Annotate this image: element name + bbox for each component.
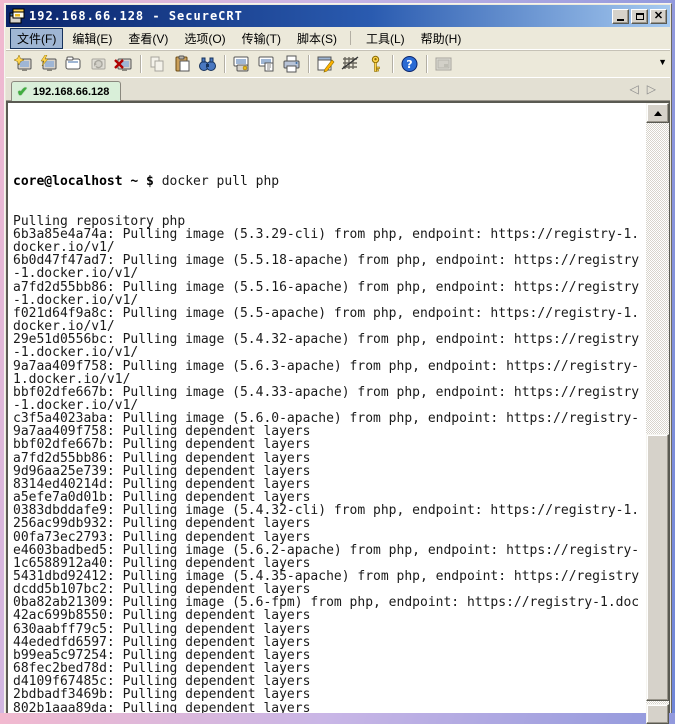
tab-scroll-left-icon[interactable]: ◁ bbox=[630, 82, 647, 96]
toolbar-separator bbox=[140, 55, 141, 73]
print-setup-icon bbox=[232, 55, 251, 73]
paste-button[interactable] bbox=[170, 52, 195, 76]
menu-view[interactable]: 查看(V) bbox=[121, 28, 175, 49]
toolbar-separator bbox=[426, 55, 427, 73]
find-icon bbox=[198, 55, 217, 73]
session-manager-button bbox=[431, 52, 456, 76]
output-line: 00fa73ec2793: Pulling dependent layers bbox=[13, 531, 646, 544]
scrollbar-thumb[interactable] bbox=[646, 434, 669, 701]
terminal-frame: core@localhost ~ $ docker pull php Pulli… bbox=[6, 101, 670, 713]
tab-scroll-right-icon[interactable]: ▷ bbox=[647, 82, 664, 96]
connect-icon bbox=[39, 55, 58, 73]
connected-check-icon: ✔ bbox=[17, 84, 28, 100]
connect-in-tab-icon bbox=[64, 55, 83, 73]
close-button[interactable]: ✕ bbox=[650, 9, 667, 24]
session-manager-icon bbox=[434, 55, 453, 73]
output-line: 9d96aa25e739: Pulling dependent layers bbox=[13, 465, 646, 478]
copy-button bbox=[145, 52, 170, 76]
menu-bar: 文件(F) 编辑(E) 查看(V) 选项(O) 传输(T) 脚本(S) 工具(L… bbox=[6, 27, 670, 49]
print-icon bbox=[282, 55, 301, 73]
window-title: 192.168.66.128 - SecureCRT bbox=[29, 9, 612, 23]
menu-transfer[interactable]: 传输(T) bbox=[235, 28, 288, 49]
help-button[interactable]: ? bbox=[397, 52, 422, 76]
help-icon: ? bbox=[400, 55, 419, 73]
reconnect-button bbox=[86, 52, 111, 76]
disconnect-button[interactable] bbox=[111, 52, 136, 76]
terminal-output[interactable]: core@localhost ~ $ docker pull php Pulli… bbox=[8, 103, 646, 713]
print-preview-icon bbox=[257, 55, 276, 73]
output-line: a7fd2d55bb86: Pulling dependent layers bbox=[13, 452, 646, 465]
output-line: bbf02dfe667b: Pulling image (5.4.33-apac… bbox=[13, 386, 646, 399]
tab-bar: ✔ 192.168.66.128 ◁▷ bbox=[6, 77, 670, 101]
toolbar-separator bbox=[392, 55, 393, 73]
tab-scroll-arrows[interactable]: ◁▷ bbox=[630, 82, 664, 96]
securecrt-window: 192.168.66.128 - SecureCRT ✕ 文件(F) 编辑(E)… bbox=[4, 3, 672, 713]
session-options-icon bbox=[316, 55, 335, 73]
vertical-scrollbar[interactable] bbox=[646, 103, 669, 713]
output-line: -1.docker.io/v1/ bbox=[13, 267, 646, 280]
print-setup-button[interactable] bbox=[229, 52, 254, 76]
minimize-button[interactable] bbox=[612, 9, 629, 24]
toolbar-separator bbox=[224, 55, 225, 73]
output-line: 2bdbadf3469b: Pulling dependent layers bbox=[13, 688, 646, 701]
prompt-line: core@localhost ~ $ docker pull php bbox=[13, 175, 646, 188]
menu-tools[interactable]: 工具(L) bbox=[359, 28, 412, 49]
output-lines: Pulling repository php6b3a85e4a74a: Pull… bbox=[13, 215, 646, 713]
maximize-button[interactable] bbox=[631, 9, 648, 24]
output-line: 802b1aaa89da: Pulling dependent layers bbox=[13, 702, 646, 713]
command-text: docker pull php bbox=[162, 174, 279, 189]
key-icon bbox=[366, 55, 385, 73]
output-line: 44ededfd6597: Pulling dependent layers bbox=[13, 636, 646, 649]
output-line: e4603badbed5: Pulling image (5.6.2-apach… bbox=[13, 544, 646, 557]
disconnect-icon bbox=[114, 55, 133, 73]
connect-in-tab-button[interactable] bbox=[61, 52, 86, 76]
output-line: bbf02dfe667b: Pulling dependent layers bbox=[13, 438, 646, 451]
output-line: 42ac699b8550: Pulling dependent layers bbox=[13, 609, 646, 622]
maximize-icon bbox=[636, 13, 644, 20]
paste-icon bbox=[173, 55, 192, 73]
print-button[interactable] bbox=[279, 52, 304, 76]
print-preview-button[interactable] bbox=[254, 52, 279, 76]
output-line: 630aabff79c5: Pulling dependent layers bbox=[13, 623, 646, 636]
keymap-icon bbox=[341, 55, 360, 73]
keymap-button[interactable] bbox=[338, 52, 363, 76]
minimize-icon bbox=[617, 19, 624, 21]
session-tab[interactable]: ✔ 192.168.66.128 bbox=[11, 81, 121, 102]
menu-edit[interactable]: 编辑(E) bbox=[65, 28, 119, 49]
shell-prompt: core@localhost ~ $ bbox=[13, 174, 162, 189]
connect-button[interactable] bbox=[36, 52, 61, 76]
key-agent-button[interactable] bbox=[363, 52, 388, 76]
find-button[interactable] bbox=[195, 52, 220, 76]
scroll-down-button[interactable] bbox=[646, 704, 669, 724]
svg-text:?: ? bbox=[406, 58, 412, 71]
session-tab-label: 192.168.66.128 bbox=[33, 86, 109, 98]
menu-options[interactable]: 选项(O) bbox=[177, 28, 232, 49]
toolbar-separator bbox=[308, 55, 309, 73]
scroll-up-icon bbox=[654, 111, 662, 116]
output-line: -1.docker.io/v1/ bbox=[13, 294, 646, 307]
toolbar-overflow-icon[interactable]: ▼ bbox=[658, 58, 667, 67]
close-icon: ✕ bbox=[654, 11, 663, 22]
copy-icon bbox=[148, 55, 167, 73]
toolbar: ? ▼ bbox=[6, 49, 670, 77]
menu-script[interactable]: 脚本(S) bbox=[290, 28, 344, 49]
output-line: 9a7aa409f758: Pulling image (5.6.3-apach… bbox=[13, 360, 646, 373]
title-bar[interactable]: 192.168.66.128 - SecureCRT ✕ bbox=[6, 5, 670, 27]
app-icon bbox=[9, 8, 25, 24]
session-options-button[interactable] bbox=[313, 52, 338, 76]
menu-help[interactable]: 帮助(H) bbox=[414, 28, 469, 49]
menu-file[interactable]: 文件(F) bbox=[10, 28, 63, 49]
output-line: 1.docker.io/v1/ bbox=[13, 373, 646, 386]
output-line: a7fd2d55bb86: Pulling image (5.5.16-apac… bbox=[13, 281, 646, 294]
output-line: -1.docker.io/v1/ bbox=[13, 346, 646, 359]
scroll-up-button[interactable] bbox=[646, 103, 669, 123]
quick-connect-icon bbox=[14, 55, 33, 73]
quick-connect-button[interactable] bbox=[11, 52, 36, 76]
menu-separator bbox=[350, 31, 351, 45]
reconnect-icon bbox=[89, 55, 108, 73]
output-line: Pulling repository php bbox=[13, 215, 646, 228]
output-line: 256ac99db932: Pulling dependent layers bbox=[13, 517, 646, 530]
